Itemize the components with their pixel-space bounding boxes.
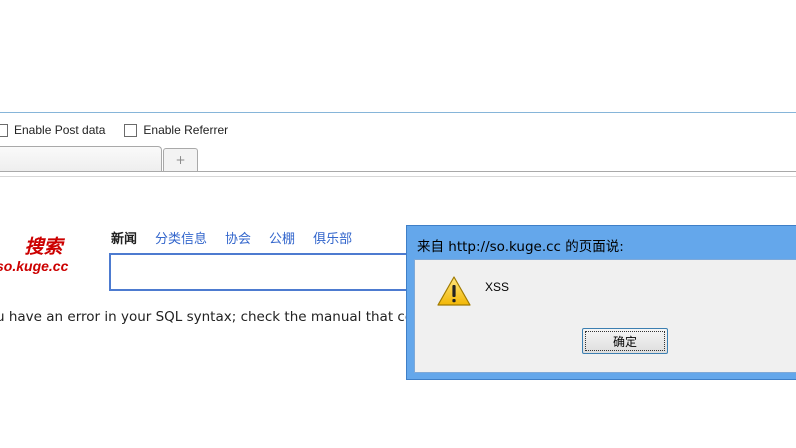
logo-en-text: so.kuge.cc xyxy=(0,258,69,274)
nav-item-loft[interactable]: 公棚 xyxy=(269,228,295,247)
logo-cn-text: 搜索 xyxy=(24,236,63,258)
enable-referrer-checkbox[interactable] xyxy=(124,123,138,137)
content-top-border xyxy=(0,176,796,177)
toolbar-border xyxy=(0,112,796,113)
dialog-title: 来自 http://so.kuge.cc 的页面说: xyxy=(417,239,624,255)
enable-referrer-label[interactable]: Enable Referrer xyxy=(143,123,228,137)
new-tab-button[interactable]: + xyxy=(163,148,198,171)
search-input[interactable] xyxy=(109,253,439,291)
nav-item-news[interactable]: 新闻 xyxy=(111,228,137,247)
tab-strip-border xyxy=(0,171,796,172)
search-category-nav: 新闻 分类信息 协会 公棚 俱乐部 xyxy=(111,228,370,247)
dialog-body: XSS 确定 xyxy=(414,259,796,373)
ok-button-label: 确定 xyxy=(612,334,637,349)
enable-referrer-option[interactable]: Enable Referrer xyxy=(124,123,228,137)
nav-item-association[interactable]: 协会 xyxy=(225,228,251,247)
warning-icon xyxy=(437,276,471,306)
ok-button[interactable]: 确定 xyxy=(582,328,668,354)
nav-item-classifieds[interactable]: 分类信息 xyxy=(155,228,207,247)
sql-error-message: u have an error in your SQL syntax; chec… xyxy=(0,309,419,325)
enable-post-label[interactable]: Enable Post data xyxy=(14,123,105,137)
site-logo[interactable]: 搜索 so.kuge.cc xyxy=(0,236,91,274)
hackbar-options: Enable Post data Enable Referrer xyxy=(0,120,228,140)
plus-icon: + xyxy=(175,153,186,167)
enable-post-checkbox[interactable] xyxy=(0,123,8,137)
dialog-message: XSS xyxy=(485,280,510,294)
enable-post-option[interactable]: Enable Post data xyxy=(0,123,105,137)
nav-item-club[interactable]: 俱乐部 xyxy=(313,228,352,247)
browser-tab[interactable] xyxy=(0,146,162,171)
alert-dialog: 来自 http://so.kuge.cc 的页面说: XSS 确定 xyxy=(406,225,796,380)
